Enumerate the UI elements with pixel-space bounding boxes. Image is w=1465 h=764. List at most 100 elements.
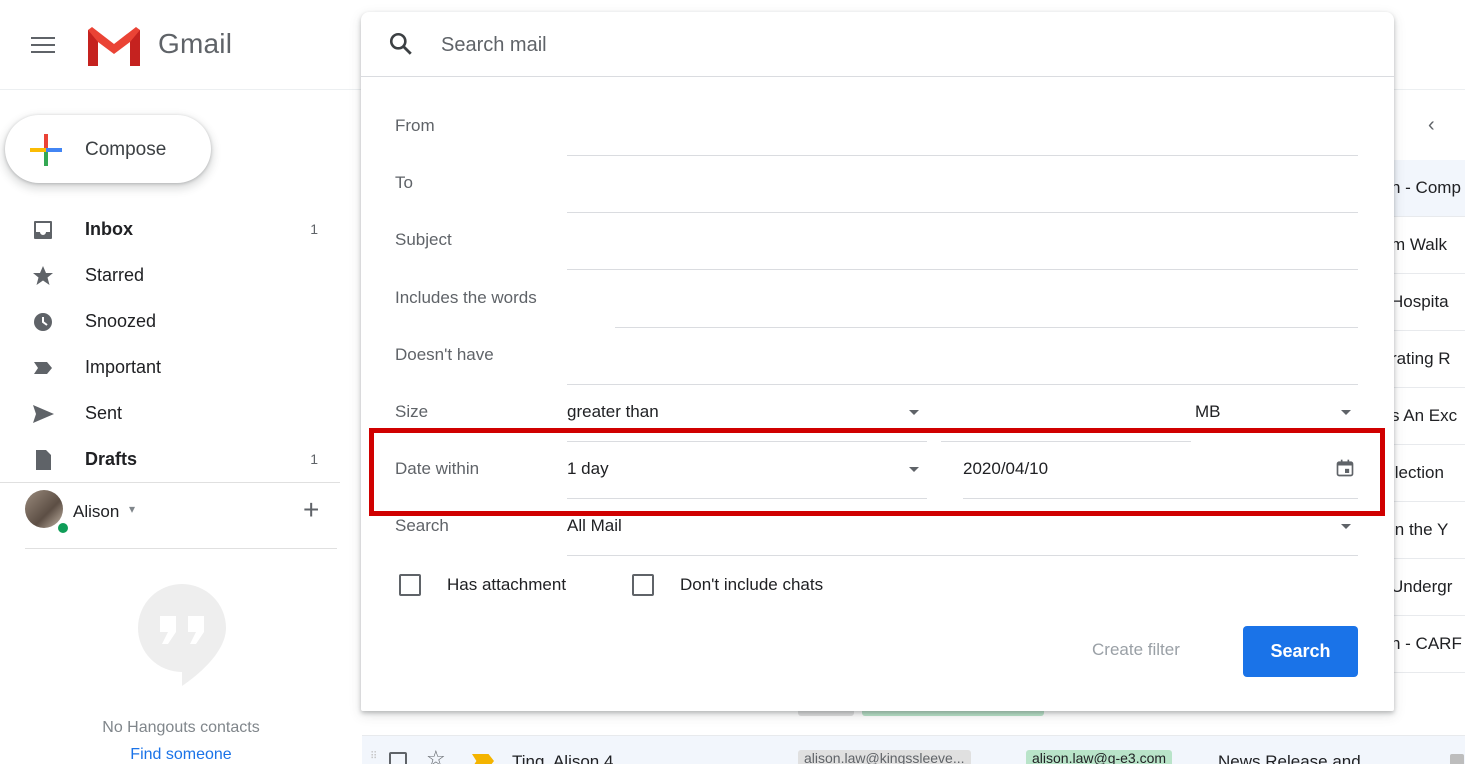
- sidebar-nav: Inbox 1 Starred Snoozed Important Sent D…: [0, 207, 340, 483]
- user-name[interactable]: Alison: [73, 502, 119, 522]
- search-input[interactable]: [441, 28, 1341, 62]
- chevron-down-icon[interactable]: [909, 467, 919, 472]
- inbox-icon: [34, 221, 52, 239]
- row-subject: News Release and: [1218, 752, 1361, 764]
- date-range-underline: [567, 498, 927, 499]
- to-label: To: [395, 173, 413, 192]
- size-operator-select[interactable]: greater than: [567, 402, 659, 422]
- sidebar-item-label: Snoozed: [85, 311, 157, 331]
- calendar-icon[interactable]: [1335, 458, 1355, 478]
- sidebar-item-label: Drafts: [85, 449, 138, 469]
- compose-label: Compose: [85, 139, 167, 160]
- prev-page-chevron-icon[interactable]: ‹: [1428, 114, 1435, 137]
- main-menu-button[interactable]: [28, 33, 58, 59]
- create-filter-button[interactable]: Create filter: [1092, 640, 1180, 660]
- unread-count: 1: [310, 221, 318, 237]
- to-input[interactable]: [567, 212, 1358, 213]
- advanced-search-panel: From To Subject Includes the words Doesn…: [361, 12, 1394, 711]
- clock-icon: [34, 313, 52, 331]
- find-someone-link[interactable]: Find someone: [0, 746, 362, 764]
- hangouts-quote-icon: [138, 584, 226, 686]
- list-item[interactable]: in the Y: [1385, 502, 1465, 559]
- important-marker-icon[interactable]: [472, 754, 494, 764]
- search-in-select[interactable]: All Mail: [567, 516, 622, 536]
- menu-icon: [31, 37, 55, 39]
- list-item[interactable]: rating R: [1385, 331, 1465, 388]
- list-item[interactable]: Hospita: [1385, 274, 1465, 331]
- plus-icon: [30, 134, 62, 166]
- sidebar-item-drafts[interactable]: Drafts 1: [0, 437, 340, 483]
- row-sender: Ting, Alison 4: [512, 752, 614, 764]
- chevron-down-icon[interactable]: [1341, 524, 1351, 529]
- sidebar-item-label: Sent: [85, 403, 123, 423]
- important-icon: [34, 362, 52, 374]
- doesnt-have-input[interactable]: [567, 384, 1358, 385]
- includes-input[interactable]: [615, 327, 1358, 328]
- list-item[interactable]: llection: [1385, 445, 1465, 502]
- subject-input[interactable]: [567, 269, 1358, 270]
- star-icon[interactable]: ☆: [426, 746, 446, 764]
- label-chip[interactable]: alison.law@kingssleeve...: [798, 750, 971, 764]
- chevron-down-icon[interactable]: ▾: [129, 502, 135, 516]
- from-input[interactable]: [567, 155, 1358, 156]
- chevron-down-icon[interactable]: [1341, 410, 1351, 415]
- includes-field[interactable]: Includes the words: [395, 284, 1358, 328]
- date-within-field: Date within 1 day 2020/04/10: [395, 455, 1358, 499]
- date-range-select[interactable]: 1 day: [567, 459, 609, 479]
- size-operator-underline: [567, 441, 927, 442]
- menu-icon-bar: [31, 44, 55, 46]
- has-attachment-label[interactable]: Has attachment: [447, 575, 566, 595]
- no-contacts-text: No Hangouts contacts: [102, 719, 260, 736]
- search-in-field: Search All Mail: [395, 512, 1358, 556]
- drag-handle-icon[interactable]: ⠿: [370, 751, 380, 763]
- size-field: Size greater than MB: [395, 398, 1358, 442]
- from-field[interactable]: From: [395, 112, 1358, 156]
- date-within-label: Date within: [395, 459, 480, 478]
- size-unit-select[interactable]: MB: [1195, 402, 1221, 422]
- no-chats-label[interactable]: Don't include chats: [680, 575, 823, 595]
- unread-count: 1: [310, 451, 318, 467]
- presence-dot-icon: [56, 521, 70, 535]
- sidebar-item-label: Important: [85, 357, 162, 377]
- sidebar-item-label: Inbox: [85, 219, 133, 239]
- star-icon: [33, 266, 53, 285]
- mail-list-snippets: n - Comp m Walk Hospita rating R s An Ex…: [1385, 160, 1465, 730]
- row-checkbox[interactable]: [389, 752, 407, 764]
- label-chip[interactable]: alison.law@g-e3.com: [1026, 750, 1173, 764]
- list-item[interactable]: n - CARF: [1385, 616, 1465, 673]
- gmail-logo-icon[interactable]: [86, 24, 142, 68]
- list-item[interactable]: s An Exc: [1385, 388, 1465, 445]
- date-input[interactable]: 2020/04/10: [963, 459, 1048, 479]
- sidebar-item-important[interactable]: Important: [0, 345, 340, 391]
- chevron-down-icon[interactable]: [909, 410, 919, 415]
- table-row[interactable]: ⠿ ☆ Ting, Alison 4 alison.law@kingssleev…: [362, 735, 1465, 764]
- search-button[interactable]: Search: [1243, 626, 1358, 677]
- sidebar-item-sent[interactable]: Sent: [0, 391, 340, 437]
- no-chats-checkbox[interactable]: [632, 574, 654, 596]
- subject-label: Subject: [395, 230, 452, 249]
- draft-icon: [36, 450, 51, 470]
- to-field[interactable]: To: [395, 169, 1358, 213]
- sidebar-item-snoozed[interactable]: Snoozed: [0, 299, 340, 345]
- sidebar-item-label: Starred: [85, 265, 145, 285]
- subject-field[interactable]: Subject: [395, 226, 1358, 270]
- size-value-input[interactable]: [941, 441, 1191, 442]
- add-contact-button[interactable]: +: [303, 496, 319, 524]
- has-attachment-checkbox[interactable]: [399, 574, 421, 596]
- size-label: Size: [395, 402, 429, 421]
- sidebar-item-starred[interactable]: Starred: [0, 253, 340, 299]
- includes-label: Includes the words: [395, 288, 537, 307]
- search-icon[interactable]: [388, 31, 414, 57]
- sidebar-item-inbox[interactable]: Inbox 1: [0, 207, 340, 253]
- attachment-icon: [1450, 754, 1464, 764]
- list-item[interactable]: Undergr: [1385, 559, 1465, 616]
- sidebar-divider: [25, 548, 337, 549]
- doesnt-have-field[interactable]: Doesn't have: [395, 341, 1358, 385]
- search-bar: [361, 12, 1394, 77]
- compose-button[interactable]: Compose: [5, 115, 211, 183]
- list-item[interactable]: n - Comp: [1385, 160, 1465, 217]
- date-input-underline: [963, 498, 1358, 499]
- from-label: From: [395, 116, 435, 135]
- list-item[interactable]: m Walk: [1385, 217, 1465, 274]
- search-in-label: Search: [395, 516, 449, 535]
